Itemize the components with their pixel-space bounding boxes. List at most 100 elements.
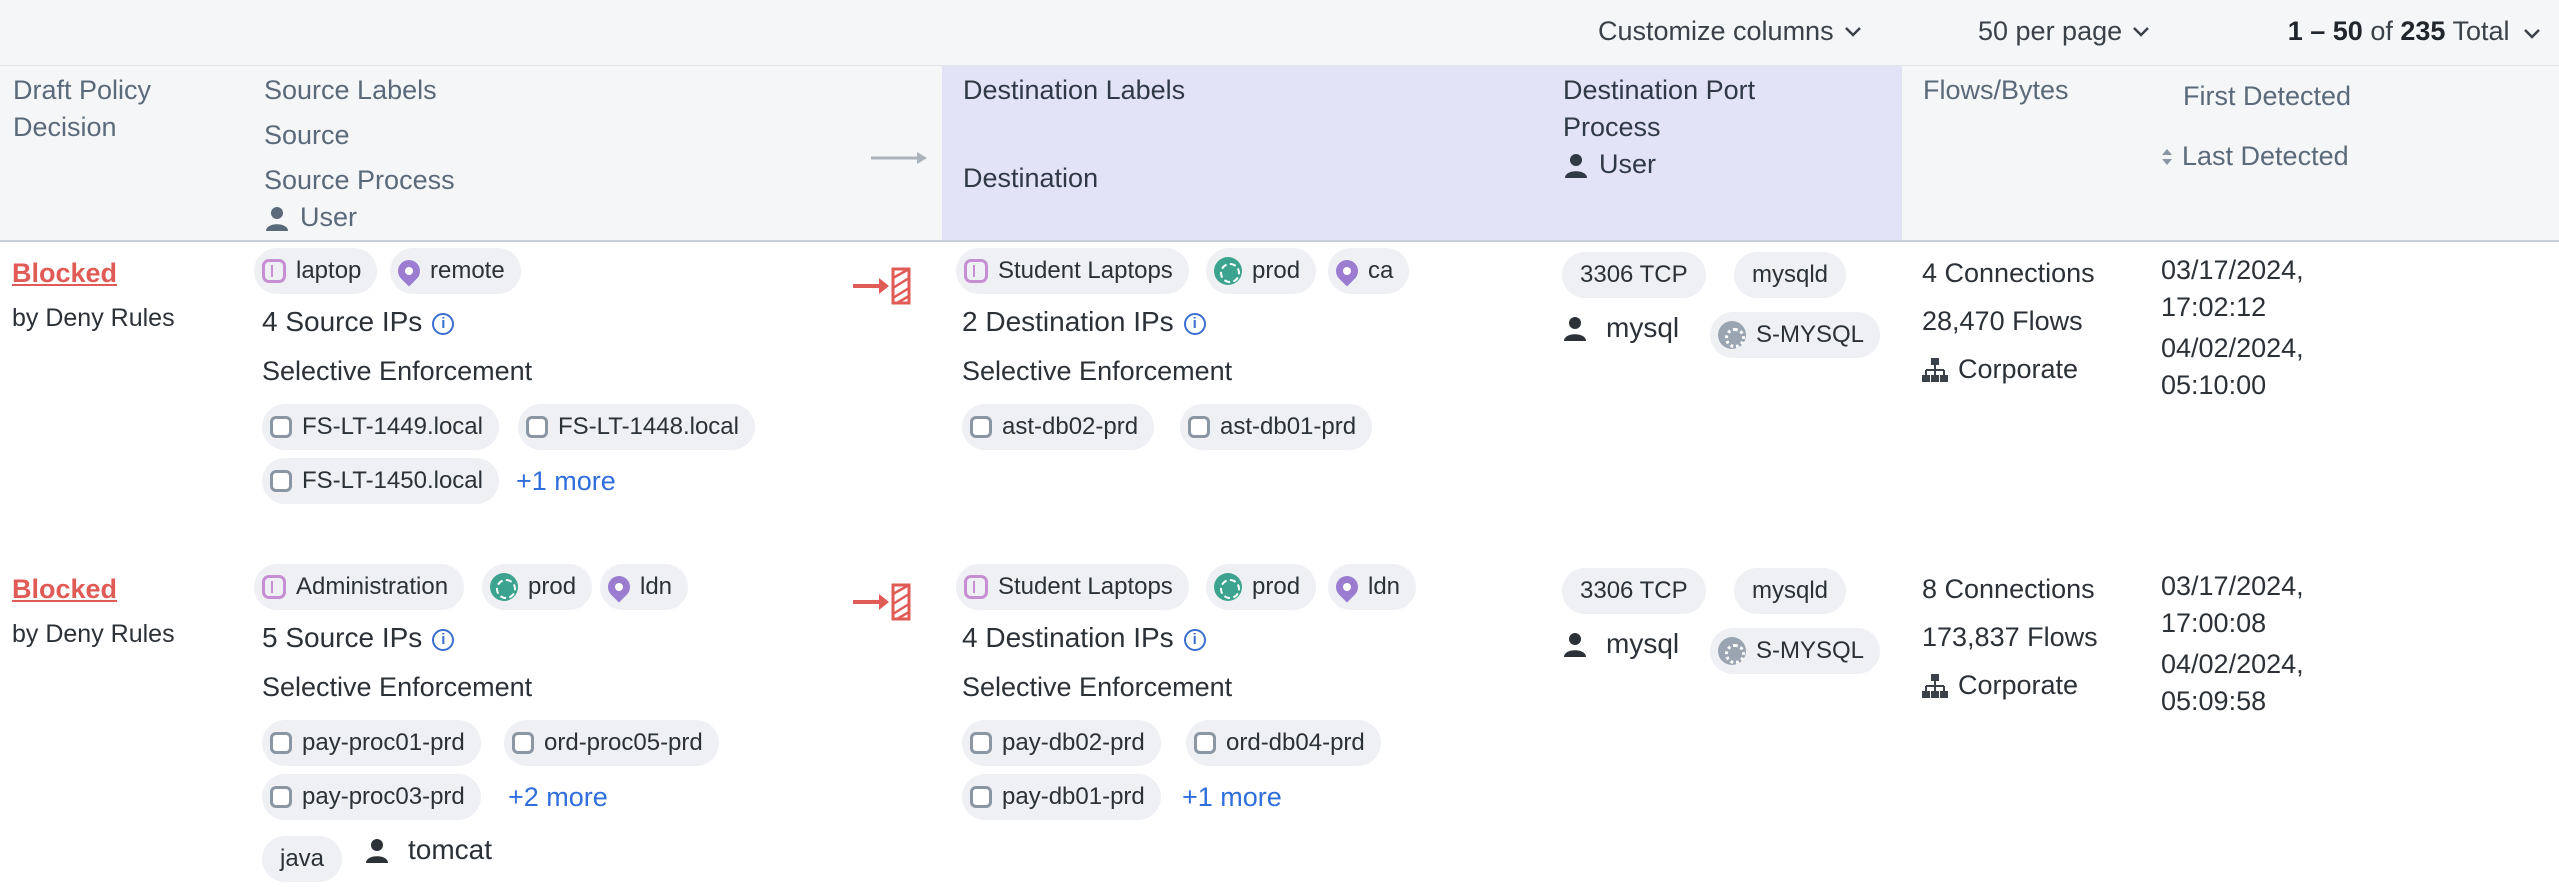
header-draft-policy-decision[interactable]: Draft Policy Decision bbox=[13, 72, 151, 146]
destination-workload-chip[interactable]: pay-db01-prd bbox=[962, 774, 1161, 820]
source-process-chip[interactable]: java bbox=[262, 836, 343, 882]
flows-count: 28,470 Flows bbox=[1922, 306, 2083, 336]
workload-icon bbox=[970, 786, 992, 808]
workload-icon bbox=[270, 470, 292, 492]
sort-icon[interactable] bbox=[2160, 145, 2174, 169]
source-more-link[interactable]: +2 more bbox=[508, 782, 608, 813]
header-destination-port[interactable]: Destination Port Process User bbox=[1563, 72, 1755, 188]
location-icon bbox=[603, 571, 635, 603]
destination-ips: 4 Destination IPs i bbox=[962, 622, 1206, 654]
service-chip[interactable]: S-MYSQL bbox=[1710, 628, 1881, 674]
destination-workload-chip[interactable]: pay-db02-prd bbox=[962, 720, 1161, 766]
pagination-of: of bbox=[2370, 16, 2393, 46]
chevron-down-icon bbox=[2133, 26, 2150, 37]
source-ips: 5 Source IPs i bbox=[262, 622, 455, 654]
destination-label-chip[interactable]: ca bbox=[1328, 248, 1410, 294]
role-icon bbox=[964, 259, 988, 283]
source-more-link[interactable]: +1 more bbox=[516, 466, 616, 497]
total-label: Total bbox=[2452, 16, 2510, 46]
header-destination-labels[interactable]: Destination Labels bbox=[963, 72, 1185, 109]
source-label-chip[interactable]: Administration bbox=[254, 564, 465, 610]
process-chip[interactable]: mysqld bbox=[1734, 568, 1847, 614]
header-last-detected[interactable]: Last Detected bbox=[2160, 138, 2349, 175]
role-icon bbox=[262, 575, 286, 599]
table-row[interactable]: Blocked by Deny Rules laptop remote 4 So… bbox=[0, 244, 2559, 544]
service-chip[interactable]: S-MYSQL bbox=[1710, 312, 1881, 358]
per-page-label: 50 per page bbox=[1978, 16, 2123, 46]
blocked-flow-icon bbox=[853, 583, 911, 621]
pagination-total: 1 – 50 of 235 Total bbox=[2288, 16, 2541, 47]
customize-columns-button[interactable]: Customize columns bbox=[1598, 16, 1862, 47]
flow-arrow-icon bbox=[871, 152, 927, 164]
connections-count: 8 Connections bbox=[1922, 574, 2095, 604]
source-ips: 4 Source IPs i bbox=[262, 306, 455, 338]
destination-workload-chip[interactable]: ast-db02-prd bbox=[962, 404, 1155, 450]
source-label-chip[interactable]: remote bbox=[390, 248, 521, 294]
destination-label-chip[interactable]: prod bbox=[1206, 248, 1317, 294]
source-label-chip[interactable]: prod bbox=[482, 564, 593, 610]
destination-ips: 2 Destination IPs i bbox=[962, 306, 1206, 338]
pagination-range: 1 – 50 bbox=[2287, 16, 2363, 46]
destination-enforcement: Selective Enforcement bbox=[962, 356, 1233, 386]
info-icon[interactable]: i bbox=[432, 628, 455, 651]
customize-columns-label: Customize columns bbox=[1598, 16, 1834, 46]
source-workload-chip[interactable]: FS-LT-1449.local bbox=[262, 404, 499, 450]
decision-blocked-link[interactable]: Blocked bbox=[12, 574, 117, 605]
destination-label-chip[interactable]: Student Laptops bbox=[956, 248, 1189, 294]
role-icon bbox=[262, 259, 286, 283]
source-workload-chip[interactable]: pay-proc01-prd bbox=[262, 720, 481, 766]
workload-icon bbox=[526, 416, 548, 438]
network-icon bbox=[1922, 673, 1948, 698]
port-chip[interactable]: 3306 TCP bbox=[1562, 252, 1706, 298]
total-count: 235 bbox=[2400, 16, 2446, 46]
source-label-chip[interactable]: laptop bbox=[254, 248, 378, 294]
user-icon bbox=[1564, 317, 1586, 341]
decision-blocked-link[interactable]: Blocked bbox=[12, 258, 117, 289]
header-first-detected[interactable]: First Detected bbox=[2183, 78, 2351, 115]
info-icon[interactable]: i bbox=[432, 312, 455, 335]
port-chip[interactable]: 3306 TCP bbox=[1562, 568, 1706, 614]
source-workload-chip[interactable]: pay-proc03-prd bbox=[262, 774, 481, 820]
per-page-select[interactable]: 50 per page bbox=[1978, 16, 2150, 47]
source-workload-chip[interactable]: FS-LT-1448.local bbox=[518, 404, 755, 450]
environment-icon bbox=[1214, 257, 1242, 285]
source-workload-chip[interactable]: ord-proc05-prd bbox=[504, 720, 719, 766]
blocked-flow-icon bbox=[853, 267, 911, 305]
table-row[interactable]: Blocked by Deny Rules Administration pro… bbox=[0, 560, 2559, 887]
destination-workload-chip[interactable]: ast-db01-prd bbox=[1180, 404, 1373, 450]
service-icon bbox=[1718, 637, 1746, 665]
workload-icon bbox=[1194, 732, 1216, 754]
header-destination[interactable]: Destination bbox=[963, 160, 1098, 197]
location-icon bbox=[1331, 255, 1363, 287]
network: Corporate bbox=[1922, 354, 2078, 385]
chevron-down-icon bbox=[1844, 26, 1861, 37]
workload-icon bbox=[270, 732, 292, 754]
dest-user: mysql bbox=[1562, 312, 1679, 344]
environment-icon bbox=[1214, 573, 1242, 601]
destination-label-chip[interactable]: Student Laptops bbox=[956, 564, 1189, 610]
workload-icon bbox=[970, 416, 992, 438]
service-icon bbox=[1718, 321, 1746, 349]
header-source[interactable]: Source Labels Source Source Process User bbox=[264, 72, 455, 241]
chevron-down-icon[interactable] bbox=[2523, 28, 2541, 40]
workload-icon bbox=[270, 786, 292, 808]
location-icon bbox=[393, 255, 425, 287]
destination-enforcement: Selective Enforcement bbox=[962, 672, 1233, 702]
destination-more-link[interactable]: +1 more bbox=[1182, 782, 1282, 813]
info-icon[interactable]: i bbox=[1183, 312, 1206, 335]
info-icon[interactable]: i bbox=[1183, 628, 1206, 651]
source-workload-chip[interactable]: FS-LT-1450.local bbox=[262, 458, 499, 504]
destination-label-chip[interactable]: prod bbox=[1206, 564, 1317, 610]
flows-count: 173,837 Flows bbox=[1922, 622, 2098, 652]
user-icon bbox=[266, 206, 288, 231]
first-detected-time: 03/17/2024, 17:00:08 bbox=[2161, 571, 2304, 638]
decision-by-rules: by Deny Rules bbox=[12, 620, 175, 648]
network-icon bbox=[1922, 357, 1948, 382]
destination-workload-chip[interactable]: ord-db04-prd bbox=[1186, 720, 1381, 766]
process-chip[interactable]: mysqld bbox=[1734, 252, 1847, 298]
header-flows-bytes[interactable]: Flows/Bytes bbox=[1923, 72, 2069, 109]
workload-icon bbox=[512, 732, 534, 754]
workload-icon bbox=[1188, 416, 1210, 438]
destination-label-chip[interactable]: ldn bbox=[1328, 564, 1417, 610]
source-label-chip[interactable]: ldn bbox=[600, 564, 689, 610]
